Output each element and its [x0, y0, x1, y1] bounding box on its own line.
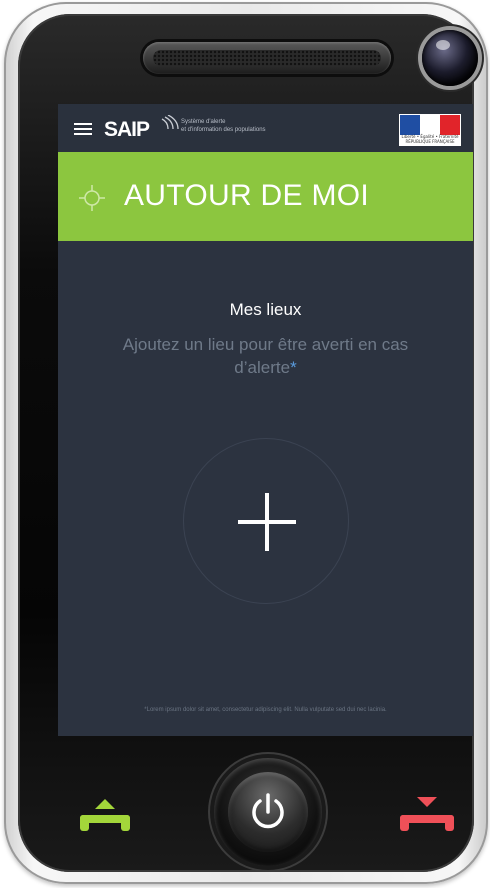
french-republic-logo: Liberté • Égalité • Fraternité RÉPUBLIQU…: [399, 114, 461, 146]
places-description-text: Ajoutez un lieu pour être averti en cas …: [122, 335, 409, 377]
places-description: Ajoutez un lieu pour être averti en cas …: [108, 333, 423, 379]
section-header: AUTOUR DE MOI: [58, 152, 473, 241]
hang-up-icon[interactable]: [398, 795, 456, 833]
footnote-text: *Lorem ipsum dolor sit amet, consectetur…: [144, 707, 387, 713]
footnote-marker: *: [290, 358, 297, 377]
tagline-line-2: et d'information des populations: [181, 127, 266, 133]
power-button-face: [228, 772, 308, 852]
saip-logo: SAIP: [104, 115, 179, 141]
app-screen: SAIP Système d'alerte et d'information d…: [58, 104, 473, 736]
add-place-button[interactable]: [183, 438, 349, 604]
hamburger-menu-icon[interactable]: [74, 123, 92, 135]
speaker-grill: [143, 42, 391, 74]
power-icon: [252, 793, 284, 829]
target-icon: [79, 185, 105, 211]
flag-caption: Liberté • Égalité • Fraternité RÉPUBLIQU…: [401, 134, 459, 144]
app-bar: SAIP Système d'alerte et d'information d…: [58, 104, 473, 152]
saip-logo-text: SAIP: [104, 118, 150, 141]
app-tagline: Système d'alerte et d'information des po…: [181, 118, 331, 134]
answer-call-icon[interactable]: [78, 795, 132, 833]
speaker-mesh: [153, 50, 381, 66]
page-title: AUTOUR DE MOI: [124, 179, 370, 212]
front-camera: [422, 30, 478, 86]
places-heading: Mes lieux: [229, 300, 302, 319]
power-button[interactable]: [214, 758, 322, 866]
tagline-line-1: Système d'alerte: [181, 119, 226, 125]
camera-lens-glint: [436, 40, 450, 50]
